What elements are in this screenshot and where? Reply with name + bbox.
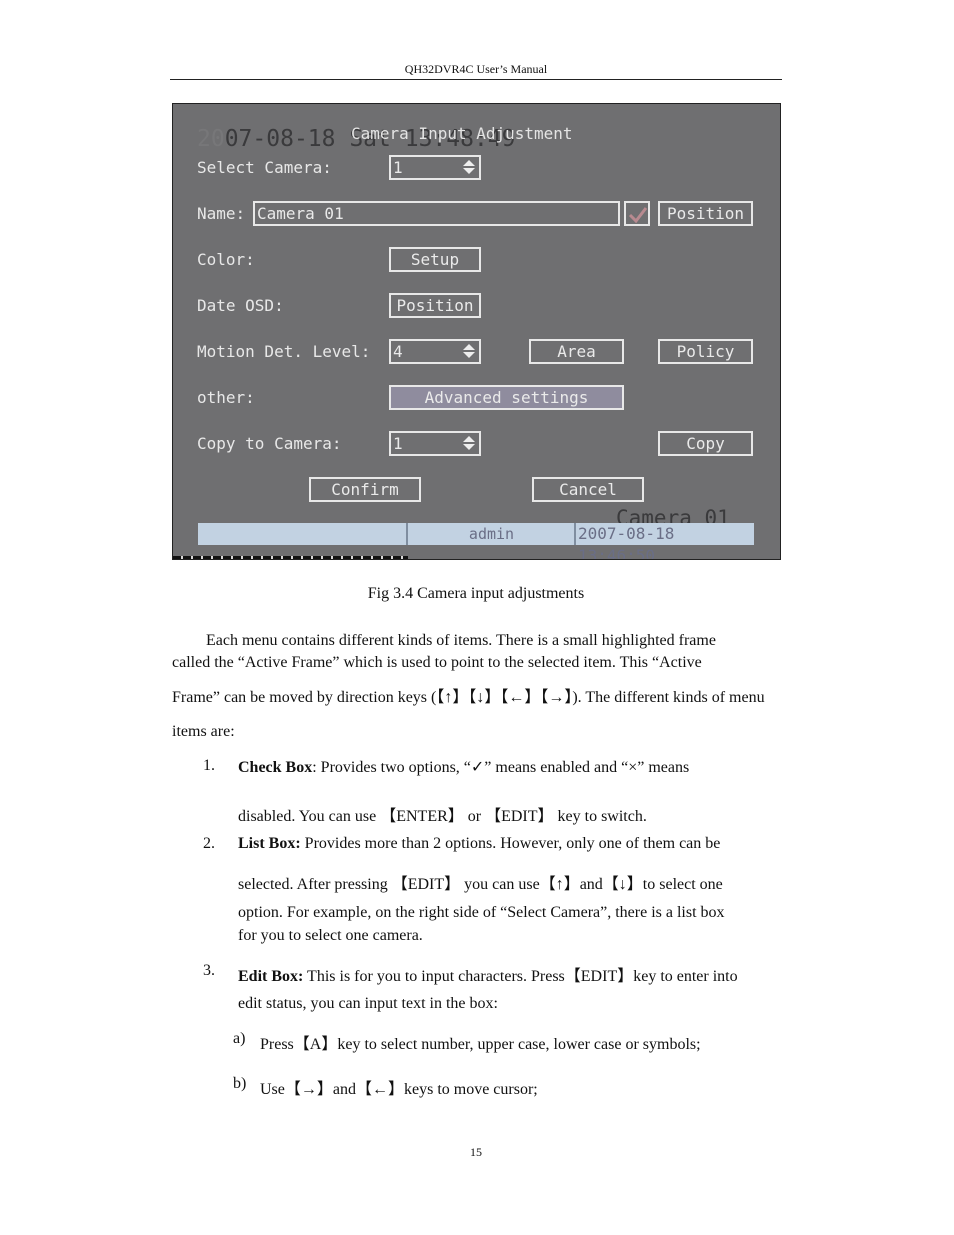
list-item-text: selected. After pressing 【EDIT】 you can …: [238, 876, 723, 893]
list-item-text: disabled. You can use 【ENTER】 or 【EDIT】 …: [238, 808, 647, 825]
name-label: Name:: [197, 204, 246, 223]
color-setup-button[interactable]: Setup: [389, 247, 481, 272]
color-label: Color:: [197, 250, 255, 269]
motion-level-spinbox[interactable]: 4: [389, 339, 481, 364]
advanced-settings-button[interactable]: Advanced settings: [389, 385, 624, 410]
running-header: QH32DVR4C User’s Manual: [404, 62, 548, 76]
select-camera-value: 1: [393, 158, 403, 177]
motion-policy-button[interactable]: Policy: [658, 339, 753, 364]
status-datetime: 2007-08-18 13:46:50: [578, 524, 675, 560]
list-item-text: : Provides two options, “✓” means enable…: [312, 759, 690, 776]
other-label: other:: [197, 388, 255, 407]
status-bar: admin 2007-08-18 13:46:50: [198, 523, 754, 560]
figure-caption: Fig 3.4 Camera input adjustments: [367, 585, 585, 602]
date-osd-label: Date OSD:: [197, 296, 284, 315]
status-divider: [574, 523, 576, 545]
intro-line-3: Frame” can be moved by direction keys (【…: [172, 689, 765, 706]
status-user: admin: [468, 525, 515, 543]
list-number: 3.: [203, 962, 215, 979]
dialog-title: Camera Input Adjustment: [351, 124, 573, 143]
select-camera-label: Select Camera:: [197, 158, 332, 177]
spin-arrows-icon[interactable]: [463, 344, 475, 359]
checkmark-icon: [628, 207, 648, 223]
list-item-text: for you to select one camera.: [238, 927, 423, 944]
list-item-list-box: List Box: Provides more than 2 options. …: [238, 835, 781, 853]
sublist-item: Use【→】and【←】keys to move cursor;: [260, 1081, 538, 1098]
list-number: 2.: [203, 835, 215, 852]
dvr-screenshot-figure: 2007-08-18 Sat 13:48:49 Camera Input Adj…: [172, 103, 781, 560]
list-item-text: edit status, you can input text in the b…: [238, 995, 498, 1012]
sublist-item: Press【A】key to select number, upper case…: [260, 1036, 701, 1053]
intro-line-1: Each menu contains different kinds of it…: [206, 632, 716, 649]
camera-name-input[interactable]: Camera 01: [253, 201, 620, 226]
copy-to-camera-spinbox[interactable]: 1: [389, 431, 481, 456]
intro-line-4: items are:: [172, 723, 235, 740]
page-number: 15: [470, 1145, 482, 1159]
motion-level-label: Motion Det. Level:: [197, 342, 371, 361]
list-item-title: List Box:: [238, 835, 301, 852]
confirm-button[interactable]: Confirm: [309, 477, 421, 502]
list-item-check-box: Check Box: Provides two options, “✓” mea…: [238, 757, 781, 777]
spin-arrows-icon[interactable]: [463, 436, 475, 451]
list-number: 1.: [203, 757, 215, 774]
copy-button[interactable]: Copy: [658, 431, 753, 456]
spin-arrows-icon[interactable]: [463, 160, 475, 175]
list-item-text: This is for you to input characters. Pre…: [303, 968, 738, 985]
motion-level-value: 4: [393, 342, 403, 361]
copy-to-camera-label: Copy to Camera:: [197, 434, 342, 453]
select-camera-spinbox[interactable]: 1: [389, 155, 481, 180]
bottom-dash-line: [173, 556, 408, 559]
list-item-text: Provides more than 2 options. However, o…: [300, 835, 721, 852]
osd-date-faded: 20: [197, 126, 225, 152]
copy-to-camera-value: 1: [393, 434, 403, 453]
motion-area-button[interactable]: Area: [529, 339, 624, 364]
list-item-text: option. For example, on the right side o…: [238, 904, 725, 921]
name-position-button[interactable]: Position: [658, 201, 753, 226]
intro-line-2: called the “Active Frame” which is used …: [172, 654, 702, 671]
date-osd-position-button[interactable]: Position: [389, 293, 481, 318]
list-item-title: Check Box: [238, 759, 313, 776]
header-rule: [170, 79, 782, 80]
cancel-button[interactable]: Cancel: [532, 477, 644, 502]
list-item-title: Edit Box:: [238, 968, 304, 985]
name-display-checkbox[interactable]: [624, 201, 650, 226]
sublist-label: b): [233, 1075, 247, 1092]
sublist-label: a): [233, 1030, 246, 1047]
list-item-edit-box: Edit Box: This is for you to input chara…: [238, 962, 781, 986]
